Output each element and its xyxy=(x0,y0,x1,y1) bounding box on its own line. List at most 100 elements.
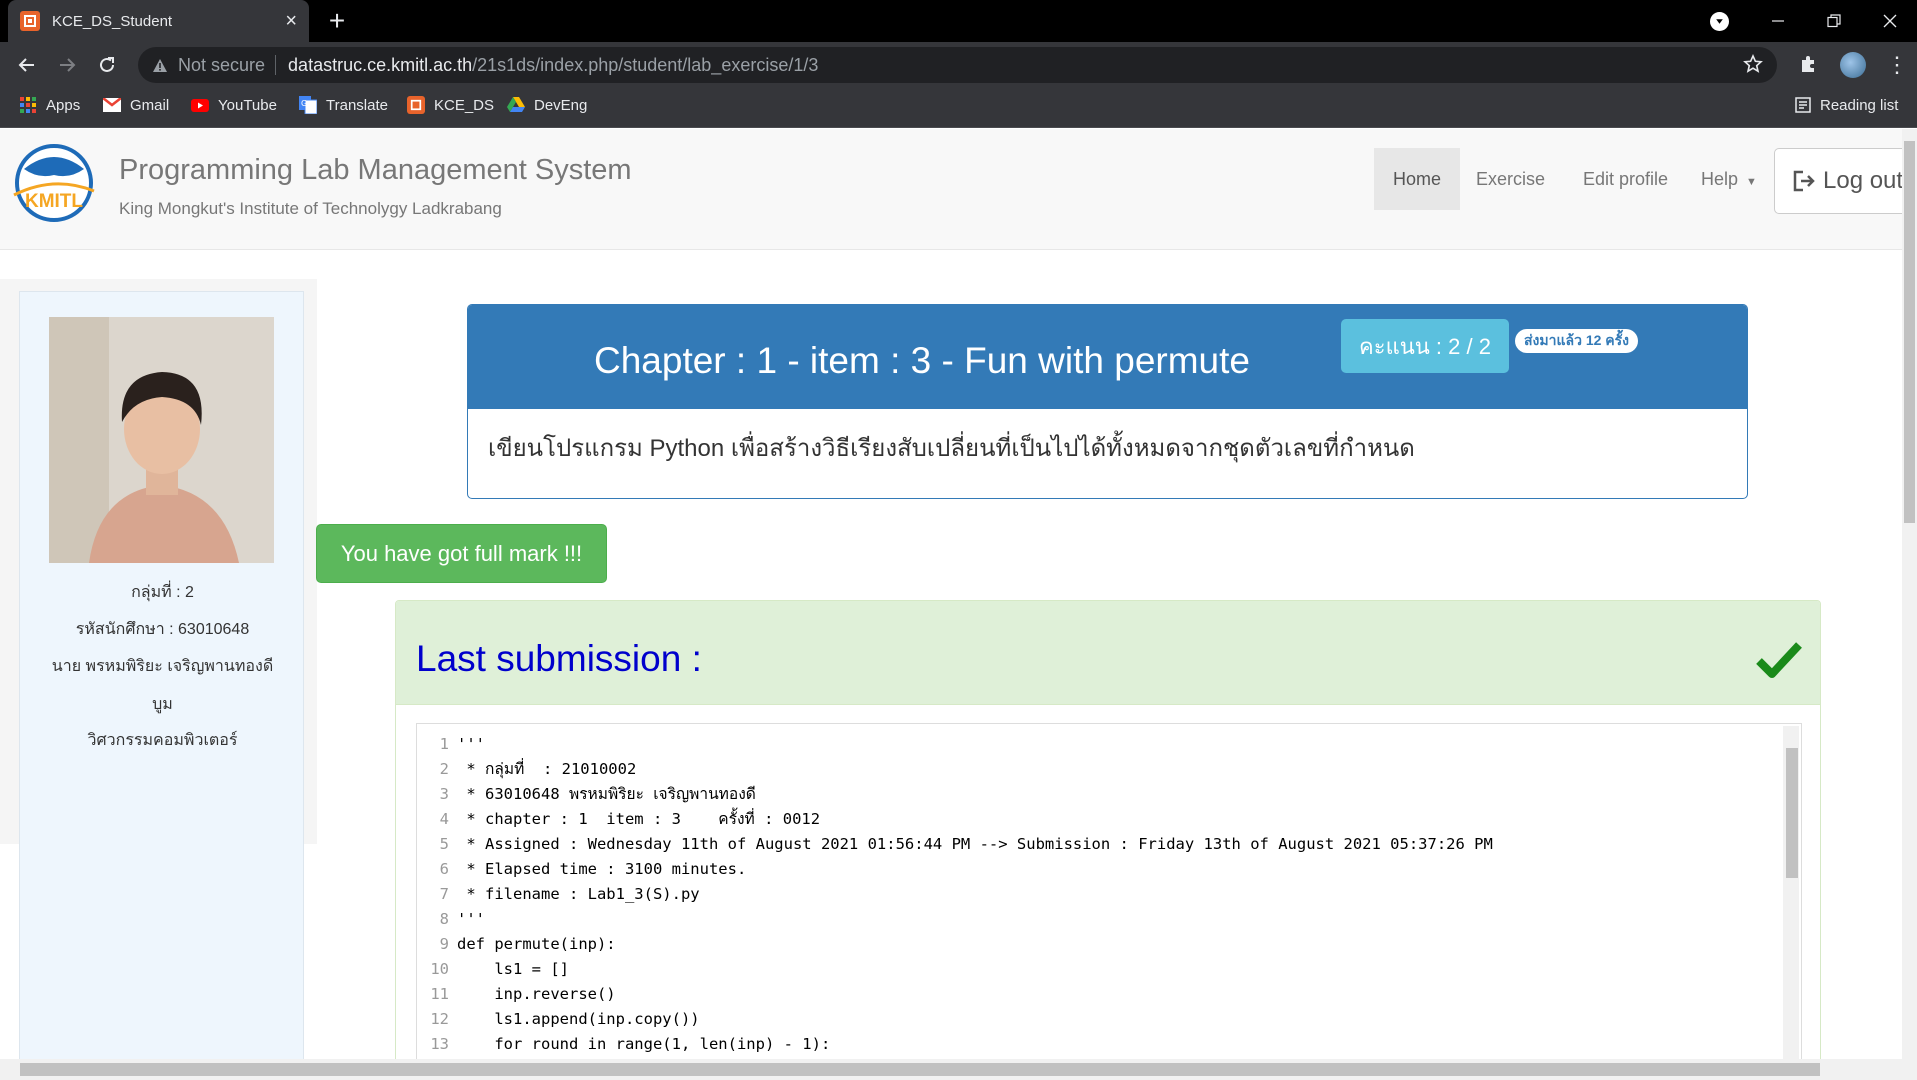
student-photo xyxy=(49,317,274,563)
checkmark-icon xyxy=(1756,641,1802,684)
code-text: def permute(inp): xyxy=(457,935,616,953)
page-vertical-scrollbar[interactable] xyxy=(1902,129,1917,1059)
code-line: 10 ls1 = [] xyxy=(417,957,569,982)
bookmark-youtube[interactable]: YouTube xyxy=(191,88,277,122)
extensions-puzzle-icon[interactable] xyxy=(1798,54,1818,79)
address-separator xyxy=(275,55,277,75)
reload-icon[interactable] xyxy=(91,49,123,81)
kce-ds-icon xyxy=(407,96,425,114)
gmail-icon xyxy=(103,96,121,114)
kmitl-logo[interactable]: KMITL xyxy=(10,139,98,227)
bookmark-gmail[interactable]: Gmail xyxy=(103,88,169,122)
caret-down-icon: ▼ xyxy=(1746,176,1757,188)
student-nickname: บูม xyxy=(152,696,173,713)
profile-avatar-icon[interactable] xyxy=(1840,52,1866,78)
bookmark-kce-ds[interactable]: KCE_DS xyxy=(407,88,494,122)
last-submission-panel: Last submission : 1 ''' 2 * กลุ่มที่ : 210… xyxy=(395,600,1821,1059)
bookmark-translate-label: Translate xyxy=(326,96,388,114)
exercise-description: เขียนโปรแกรม Python เพื่อสร้างวิธีเรียงส… xyxy=(488,435,1415,462)
last-submission-title: Last submission : xyxy=(416,638,702,679)
line-number: 8 xyxy=(439,910,449,928)
code-scrollbar-thumb[interactable] xyxy=(1786,748,1798,878)
code-text: * filename : Lab1_3(S).py xyxy=(457,885,700,903)
page-horizontal-scrollbar[interactable] xyxy=(0,1059,1917,1080)
line-number: 13 xyxy=(430,1035,449,1053)
site-navbar: KMITL Programming Lab Management System … xyxy=(0,129,1902,250)
restore-icon[interactable] xyxy=(1806,0,1862,42)
url-host: datastruc.ce.kmitl.ac.th xyxy=(288,54,473,75)
security-label[interactable]: Not secure xyxy=(178,55,265,76)
nav-exercise[interactable]: Exercise xyxy=(1457,148,1564,210)
code-line: 11 inp.reverse() xyxy=(417,982,615,1007)
full-mark-alert: You have got full mark !!! xyxy=(316,524,607,583)
code-line: 6 * Elapsed time : 3100 minutes. xyxy=(417,857,747,882)
bookmark-deveng[interactable]: DevEng xyxy=(507,88,587,122)
close-window-icon[interactable] xyxy=(1862,0,1917,42)
bookmark-apps[interactable]: Apps xyxy=(19,88,80,122)
warning-icon[interactable] xyxy=(152,58,168,73)
code-line: 2 * กลุ่มที่ : 21010002 xyxy=(417,757,637,782)
code-text: ls1 = [] xyxy=(457,960,569,978)
reading-list-button[interactable]: Reading list xyxy=(1795,88,1898,122)
bookmark-star-icon[interactable] xyxy=(1743,54,1763,79)
code-text: ''' xyxy=(457,735,485,753)
bookmark-apps-label: Apps xyxy=(46,96,81,114)
code-line: 13 for round in range(1, len(inp) - 1): xyxy=(417,1032,830,1057)
nav-help-label: Help xyxy=(1701,169,1739,189)
exercise-title: Chapter : 1 - item : 3 - Fun with permut… xyxy=(594,340,1250,381)
back-icon[interactable] xyxy=(11,49,43,81)
browser-tab[interactable]: KCE_DS_Student × xyxy=(8,0,309,42)
minimize-icon[interactable] xyxy=(1750,0,1806,42)
logout-label: Log out xyxy=(1823,167,1902,194)
line-number: 9 xyxy=(439,935,449,953)
code-text: for round in range(1, len(inp) - 1): xyxy=(457,1035,831,1053)
code-text: ls1.append(inp.copy()) xyxy=(457,1010,700,1028)
nav-home[interactable]: Home xyxy=(1374,148,1461,210)
code-viewer[interactable]: 1 ''' 2 * กลุ่มที่ : 21010002 3 * 63010648 … xyxy=(416,723,1802,1059)
nav-help[interactable]: Help ▼ xyxy=(1682,148,1776,210)
reading-list-label: Reading list xyxy=(1820,96,1899,114)
page-content: KMITL Programming Lab Management System … xyxy=(0,129,1902,1059)
code-line: 4 * chapter : 1 item : 3 ครั้งที่ : 0012 xyxy=(417,807,820,832)
forward-icon[interactable] xyxy=(51,49,83,81)
code-text: * Elapsed time : 3100 minutes. xyxy=(457,860,747,878)
line-number: 11 xyxy=(430,985,449,1003)
tab-close-icon[interactable]: × xyxy=(285,11,297,31)
line-number: 3 xyxy=(439,785,449,803)
bookmark-gmail-label: Gmail xyxy=(130,96,170,114)
code-text: * 63010648 พรหมพิริยะ เจริญพานทองดี xyxy=(457,785,756,803)
score-badge[interactable]: คะแนน : 2 / 2 xyxy=(1341,319,1509,373)
line-number: 12 xyxy=(430,1010,449,1028)
reading-list-icon xyxy=(1795,97,1811,113)
address-bar[interactable]: Not secure datastruc.ce.kmitl.ac.th /21s… xyxy=(138,47,1777,83)
kce-favicon-icon xyxy=(20,11,40,31)
logout-button[interactable]: Log out xyxy=(1774,148,1902,214)
menu-kebab-icon[interactable]: ⋮ xyxy=(1886,52,1908,78)
line-number: 2 xyxy=(439,760,449,778)
student-profile-card: กลุ่มที่ : 2 รหัสนักศึกษา : 63010648 นาย… xyxy=(19,291,304,1059)
bookmark-translate[interactable]: G Translate xyxy=(299,88,388,122)
code-line: 5 * Assigned : Wednesday 11th of August … xyxy=(417,832,1493,857)
code-scrollbar[interactable] xyxy=(1783,726,1799,1059)
new-tab-button[interactable]: + xyxy=(322,6,352,36)
tab-search-icon[interactable] xyxy=(1710,12,1729,31)
bookmarks-bar: Apps Gmail YouTube G Translate KCE_DS De… xyxy=(0,88,1917,128)
translate-icon: G xyxy=(299,96,317,114)
submission-count-badge: ส่งมาแล้ว 12 ครั้ง xyxy=(1515,329,1639,353)
site-title[interactable]: Programming Lab Management System xyxy=(119,154,632,187)
logo-text: KMITL xyxy=(25,191,83,212)
bookmark-deveng-label: DevEng xyxy=(534,96,588,114)
code-text: ''' xyxy=(457,910,485,928)
line-number: 1 xyxy=(439,735,449,753)
exercise-panel-heading: Chapter : 1 - item : 3 - Fun with permut… xyxy=(468,305,1747,409)
line-number: 6 xyxy=(439,860,449,878)
code-line: 7 * filename : Lab1_3(S).py xyxy=(417,882,700,907)
logout-icon xyxy=(1793,170,1817,192)
nav-edit-profile[interactable]: Edit profile xyxy=(1564,148,1687,210)
page-vertical-scrollbar-thumb[interactable] xyxy=(1904,141,1915,523)
student-id: รหัสนักศึกษา : 63010648 xyxy=(75,621,250,638)
drive-icon xyxy=(507,96,525,114)
page-horizontal-scrollbar-thumb[interactable] xyxy=(20,1063,1820,1076)
student-department: วิศวกรรมคอมพิวเตอร์ xyxy=(87,732,238,749)
code-text: * chapter : 1 item : 3 ครั้งที่ : 0012 xyxy=(457,810,821,828)
